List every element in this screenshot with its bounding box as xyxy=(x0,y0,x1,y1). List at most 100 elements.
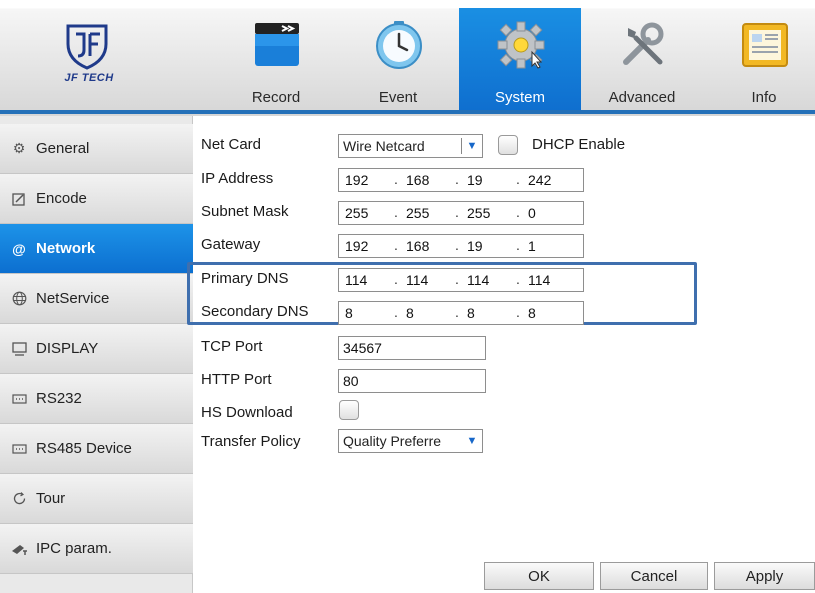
dhcp-enable-checkbox[interactable] xyxy=(498,135,518,155)
gear-icon: ⚙ xyxy=(12,140,26,156)
sidebar-item-network[interactable]: @ Network xyxy=(0,224,193,274)
tcp-port-value: 34567 xyxy=(343,340,382,356)
clapper-icon xyxy=(255,23,299,66)
dns-octet: 114 xyxy=(394,271,461,288)
sidebar-item-encode[interactable]: Encode xyxy=(0,174,193,224)
top-menu-bar: JF TECH Record Event System Advanced Inf… xyxy=(0,0,815,116)
subnet-octet: 255 xyxy=(394,204,461,221)
sidebar-item-label: NetService xyxy=(36,290,110,307)
tools-icon xyxy=(623,22,664,65)
tab-advanced-label: Advanced xyxy=(608,89,676,106)
gateway-octet: 192 xyxy=(345,238,369,254)
clock-icon xyxy=(376,21,422,69)
sidebar-item-label: General xyxy=(36,140,90,157)
sidebar-item-label: RS485 Device xyxy=(36,440,132,457)
cancel-button[interactable]: Cancel xyxy=(600,562,708,590)
ok-button[interactable]: OK xyxy=(484,562,594,590)
header-divider xyxy=(0,110,815,114)
sidebar-item-label: Tour xyxy=(36,490,66,507)
top-edge xyxy=(0,0,815,6)
tab-record-label: Record xyxy=(251,89,301,106)
sidebar-item-label: RS232 xyxy=(36,390,82,407)
primary-dns-field[interactable]: 114 114 114 114 xyxy=(338,268,584,292)
dropdown-arrow-icon: ▼ xyxy=(466,140,478,152)
secondary-dns-field[interactable]: 8 8 8 8 xyxy=(338,301,584,325)
dns-octet: 8 xyxy=(455,304,522,321)
http-port-field[interactable]: 80 xyxy=(338,369,486,393)
sidebar-item-netservice[interactable]: NetService xyxy=(0,274,193,324)
net-card-select[interactable]: Wire Netcard ▼ xyxy=(338,134,483,158)
sidebar-item-general[interactable]: ⚙ General xyxy=(0,124,193,174)
dns-octet: 114 xyxy=(345,272,368,288)
dns-octet: 8 xyxy=(345,305,353,321)
at-icon: @ xyxy=(12,240,26,257)
gateway-field[interactable]: 192 168 19 1 xyxy=(338,234,584,258)
dropdown-arrow-icon: ▼ xyxy=(464,433,480,449)
sidebar-item-label: IPC param. xyxy=(36,540,112,557)
subnet-octet: 255 xyxy=(455,204,522,221)
apply-button[interactable]: Apply xyxy=(714,562,815,590)
tab-info-label: Info xyxy=(751,89,777,106)
gateway-octet: 1 xyxy=(516,237,583,254)
subnet-octet: 255 xyxy=(345,205,369,221)
sidebar-item-display[interactable]: DISPLAY xyxy=(0,324,193,374)
http-port-value: 80 xyxy=(343,373,359,389)
select-divider xyxy=(461,138,462,154)
ip-octet: 19 xyxy=(455,171,522,188)
tab-system-label: System xyxy=(494,89,545,106)
serial-icon xyxy=(10,440,28,458)
http-port-label: HTTP Port xyxy=(201,371,272,388)
sidebar-item-label: Encode xyxy=(36,190,87,207)
globe-icon xyxy=(10,290,28,308)
dhcp-enable-label: DHCP Enable xyxy=(532,136,626,153)
gear-icon xyxy=(497,21,545,69)
gateway-label: Gateway xyxy=(201,236,261,253)
tcp-port-field[interactable]: 34567 xyxy=(338,336,486,360)
hs-download-label: HS Download xyxy=(201,404,293,421)
tab-event[interactable]: Event xyxy=(337,8,459,110)
transfer-policy-value: Quality Preferre xyxy=(343,433,442,449)
gateway-octet: 168 xyxy=(394,237,461,254)
monitor-icon xyxy=(10,340,28,358)
net-card-label: Net Card xyxy=(201,136,262,153)
tab-record[interactable]: Record xyxy=(215,8,337,110)
network-settings-panel: Net Card Wire Netcard ▼ DHCP Enable IP A… xyxy=(187,116,815,593)
tab-system[interactable]: System xyxy=(459,8,581,110)
subnet-mask-field[interactable]: 255 255 255 0 xyxy=(338,201,584,225)
subnet-mask-label: Subnet Mask xyxy=(201,203,289,220)
hs-download-checkbox[interactable] xyxy=(339,400,359,420)
dns-octet: 114 xyxy=(455,271,522,288)
tab-info[interactable]: Info xyxy=(703,8,815,110)
sidebar-item-ipc-param[interactable]: IPC param. xyxy=(0,524,193,574)
brand-name: JF TECH xyxy=(64,72,114,84)
secondary-dns-label: Secondary DNS xyxy=(201,303,309,320)
tour-icon xyxy=(10,490,28,508)
ip-octet: 192 xyxy=(345,172,369,188)
ip-address-field[interactable]: 192 168 19 242 xyxy=(338,168,584,192)
logo: JF TECH xyxy=(6,8,196,112)
tcp-port-label: TCP Port xyxy=(201,338,263,355)
primary-dns-label: Primary DNS xyxy=(201,270,289,287)
info-document-icon xyxy=(742,23,788,67)
sidebar-item-rs232[interactable]: RS232 xyxy=(0,374,193,424)
edit-icon xyxy=(10,190,28,208)
dns-octet: 114 xyxy=(516,271,583,288)
tab-event-label: Event xyxy=(378,89,418,106)
serial-icon xyxy=(10,390,28,408)
ip-octet: 168 xyxy=(394,171,461,188)
sidebar-item-label: DISPLAY xyxy=(36,340,99,357)
shield-logo-icon xyxy=(66,24,108,70)
sidebar-item-tour[interactable]: Tour xyxy=(0,474,193,524)
dns-octet: 8 xyxy=(516,304,583,321)
tab-advanced[interactable]: Advanced xyxy=(581,8,703,110)
ip-octet: 242 xyxy=(516,171,583,188)
subnet-octet: 0 xyxy=(516,204,583,221)
sidebar: ⚙ General Encode @ Network NetService DI… xyxy=(0,116,193,593)
transfer-policy-label: Transfer Policy xyxy=(201,433,301,450)
dns-octet: 8 xyxy=(394,304,461,321)
transfer-policy-select[interactable]: Quality Preferre ▼ xyxy=(338,429,483,453)
sidebar-item-rs485-device[interactable]: RS485 Device xyxy=(0,424,193,474)
camera-icon xyxy=(10,540,28,558)
sidebar-item-label: Network xyxy=(36,240,96,257)
net-card-value: Wire Netcard xyxy=(343,138,425,154)
